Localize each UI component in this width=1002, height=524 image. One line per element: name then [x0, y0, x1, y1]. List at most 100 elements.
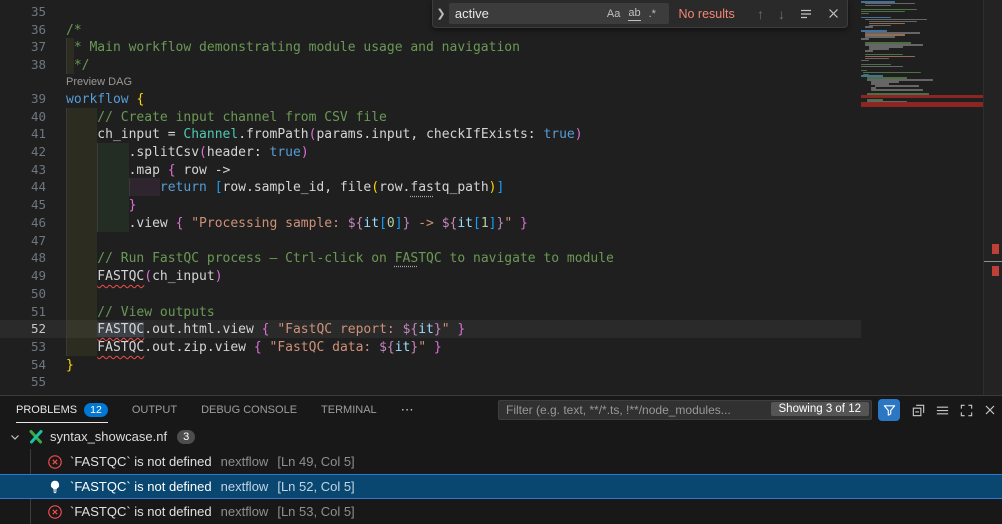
code-line-51[interactable]: 51// View outputs [0, 303, 861, 321]
more-tabs-icon[interactable]: ⋯ [401, 402, 415, 418]
find-in-selection-icon[interactable] [799, 7, 813, 21]
overview-ruler[interactable] [983, 0, 1002, 395]
problem-location: [Ln 49, Col 5] [277, 454, 354, 469]
tab-problems[interactable]: PROBLEMS 12 [16, 397, 108, 423]
code-line-54[interactable]: 54} [0, 356, 861, 374]
code-line-38[interactable]: 38*/ [0, 56, 861, 74]
code-editor[interactable]: 3536/*37* Main workflow demonstrating mo… [0, 0, 1002, 395]
minimap-line [861, 66, 903, 68]
token: ${ [379, 340, 395, 355]
token: ch_input [152, 269, 215, 284]
token: true [270, 145, 301, 160]
token: ( [371, 180, 379, 195]
problem-source: nextflow [221, 504, 269, 519]
minimap-line [861, 13, 869, 15]
code-line-49[interactable]: 49FASTQC(ch_input) [0, 267, 861, 285]
file-problem-count: 3 [177, 430, 195, 444]
problems-panel: PROBLEMS 12 OUTPUT DEBUG CONSOLE TERMINA… [0, 395, 1002, 524]
token: // View outputs [97, 305, 214, 320]
view-as-table-button[interactable] [930, 399, 954, 421]
code-line-43[interactable]: 43.map { row -> [0, 161, 861, 179]
chevron-down-icon[interactable] [8, 430, 22, 444]
line-number: 41 [0, 125, 66, 143]
ruler-error-mark [992, 266, 999, 276]
code-line-47[interactable]: 47 [0, 232, 861, 250]
problem-row-ln49[interactable]: `FASTQC` is not defined nextflow [Ln 49,… [0, 449, 1002, 474]
indent-guide [66, 303, 97, 321]
problem-source: nextflow [221, 479, 269, 494]
collapse-all-button[interactable] [906, 399, 930, 421]
code-line-41[interactable]: 41ch_input = Channel.fromPath(params.inp… [0, 125, 861, 143]
line-number: 49 [0, 267, 66, 285]
toggle-replace-icon[interactable]: ❯ [433, 7, 449, 20]
find-widget: ❯ Aa ab .* No results ↑ ↓ [432, 0, 848, 28]
code-line-46[interactable]: 46.view { "Processing sample: ${it[0]} -… [0, 214, 861, 232]
nextflow-file-icon [28, 429, 44, 445]
close-find-icon[interactable] [827, 7, 840, 20]
code-line-52[interactable]: 52FASTQC.out.html.view { "FastQC report:… [0, 320, 861, 338]
token: { [136, 92, 144, 107]
problem-message: `FASTQC` is not defined [70, 479, 212, 494]
token: TQC to navigate to module [418, 251, 614, 266]
token: FASTQC [97, 269, 144, 284]
code-line-42[interactable]: 42.splitCsv(header: true) [0, 143, 861, 161]
indent-guide [66, 338, 97, 356]
close-panel-button[interactable] [978, 399, 1002, 421]
filter-funnel-button[interactable] [878, 399, 900, 421]
indent-guide [66, 161, 97, 179]
code-line-50[interactable]: 50 [0, 285, 861, 303]
code-line-37[interactable]: 37* Main workflow demonstrating module u… [0, 38, 861, 56]
token: ) [301, 145, 309, 160]
token: ( [199, 145, 207, 160]
line-number: 53 [0, 338, 66, 356]
code-line-39[interactable]: 39workflow { [0, 90, 861, 108]
codelens-preview-dag[interactable]: Preview DAG [0, 74, 861, 90]
indent-guide [97, 161, 128, 179]
indent-guide [66, 267, 97, 285]
file-name: syntax_showcase.nf [50, 429, 167, 444]
code-line-44[interactable]: 44return [row.sample_id, file(row.fastq_… [0, 178, 861, 196]
tab-debug-console[interactable]: DEBUG CONSOLE [201, 397, 297, 423]
next-match-icon[interactable]: ↓ [778, 6, 785, 22]
token [512, 216, 520, 231]
indent-guide [66, 232, 97, 250]
token: ${ [403, 322, 419, 337]
code-line-40[interactable]: 40// Create input channel from CSV file [0, 108, 861, 126]
problem-row-ln53[interactable]: `FASTQC` is not defined nextflow [Ln 53,… [0, 499, 1002, 524]
find-input[interactable] [449, 6, 603, 21]
token: -> [410, 216, 441, 231]
token: "FastQC data: [270, 340, 380, 355]
line-number: 43 [0, 161, 66, 179]
code-line-53[interactable]: 53FASTQC.out.zip.view { "FastQC data: ${… [0, 338, 861, 356]
line-number: 54 [0, 356, 66, 374]
previous-match-icon[interactable]: ↑ [757, 6, 764, 22]
problem-row-ln52[interactable]: `FASTQC` is not defined nextflow [Ln 52,… [0, 474, 1002, 499]
token: } [434, 322, 442, 337]
token: header: [207, 145, 270, 160]
line-number: 45 [0, 196, 66, 214]
token: { [254, 340, 262, 355]
code-line-48[interactable]: 48// Run FastQC process — Ctrl-click on … [0, 249, 861, 267]
maximize-panel-button[interactable] [954, 399, 978, 421]
indent-guide [66, 178, 97, 196]
minimap[interactable] [861, 0, 983, 395]
code-line-55[interactable]: 55 [0, 373, 861, 391]
whole-word-icon[interactable]: ab [628, 6, 640, 21]
code-line-45[interactable]: 45} [0, 196, 861, 214]
tab-output[interactable]: OUTPUT [132, 397, 177, 423]
token [207, 180, 215, 195]
error-icon [47, 454, 63, 470]
match-case-icon[interactable]: Aa [607, 7, 620, 21]
line-number: 39 [0, 90, 66, 108]
token: .out.zip.view [144, 340, 254, 355]
problem-message: `FASTQC` is not defined [70, 504, 212, 519]
line-number: 37 [0, 38, 66, 56]
line-number: 40 [0, 108, 66, 126]
token: .view [129, 216, 176, 231]
problems-file-row[interactable]: syntax_showcase.nf 3 [0, 424, 1002, 449]
tab-terminal[interactable]: TERMINAL [321, 397, 377, 423]
regex-icon[interactable]: .* [649, 7, 656, 21]
token: [ [215, 180, 223, 195]
token: } [66, 358, 74, 373]
token: " [418, 340, 426, 355]
